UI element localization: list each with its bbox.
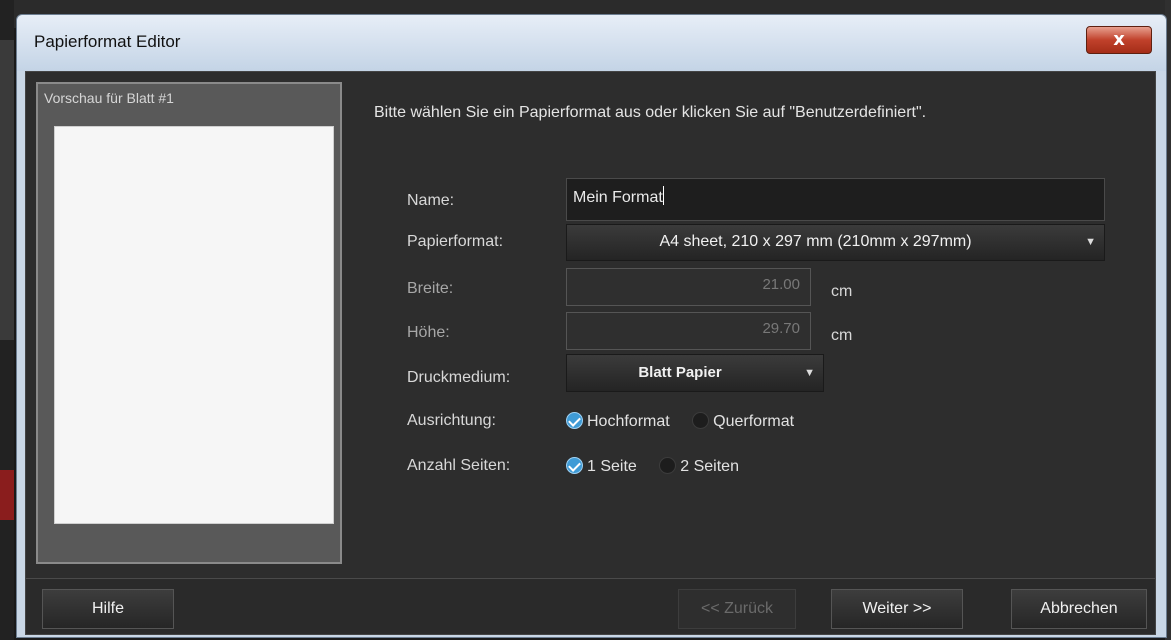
- dialog-content: Vorschau für Blatt #1 Bitte wählen Sie e…: [25, 71, 1156, 635]
- radio-unchecked-icon: [659, 457, 677, 474]
- back-button[interactable]: << Zurück: [678, 589, 796, 629]
- chevron-down-icon: ▼: [1085, 236, 1096, 248]
- cancel-button-label: Abbrechen: [1040, 600, 1118, 617]
- text-caret: [662, 186, 664, 205]
- width-value: 21.00: [762, 276, 800, 293]
- paper-format-value: A4 sheet, 210 x 297 mm (210mm x 297mm): [659, 233, 972, 250]
- page-count-radio-group: 1 Seite 2 Seiten: [566, 457, 757, 476]
- next-button[interactable]: Weiter >>: [831, 589, 963, 629]
- name-input-value: Mein Format: [573, 189, 663, 206]
- help-button-label: Hilfe: [91, 600, 124, 617]
- height-value: 29.70: [762, 320, 800, 337]
- cancel-button[interactable]: Abbrechen: [1011, 589, 1147, 629]
- orientation-landscape-label: Querformat: [713, 413, 795, 430]
- height-unit: cm: [831, 327, 853, 344]
- print-medium-dropdown[interactable]: Blatt Papier ▼: [566, 354, 824, 392]
- chevron-down-icon: ▼: [804, 367, 815, 379]
- close-button[interactable]: x: [1086, 26, 1152, 54]
- page-count-two-label: 2 Seiten: [680, 458, 739, 475]
- background-app-sidebar: [0, 0, 14, 640]
- medium-label: Druckmedium:: [407, 369, 511, 386]
- back-button-label: << Zurück: [700, 600, 774, 617]
- radio-checked-icon: [566, 457, 583, 474]
- next-button-label: Weiter >>: [862, 600, 932, 617]
- preview-panel: Vorschau für Blatt #1: [36, 82, 342, 564]
- orientation-option-landscape[interactable]: Querformat: [692, 412, 795, 430]
- instruction-text: Bitte wählen Sie ein Papierformat aus od…: [374, 104, 927, 121]
- button-bar: [26, 578, 1155, 634]
- page-count-option-two[interactable]: 2 Seiten: [659, 457, 739, 475]
- format-label: Papierformat:: [407, 233, 504, 250]
- orientation-radio-group: Hochformat Querformat: [566, 412, 812, 431]
- divider: [26, 578, 1155, 579]
- orientation-option-portrait[interactable]: Hochformat: [566, 412, 670, 430]
- height-field[interactable]: 29.70: [566, 312, 811, 350]
- height-label: Höhe:: [407, 324, 450, 341]
- close-icon: x: [1113, 29, 1125, 50]
- print-medium-value: Blatt Papier: [638, 364, 722, 381]
- page-count-option-one[interactable]: 1 Seite: [566, 457, 637, 475]
- paper-format-dropdown[interactable]: A4 sheet, 210 x 297 mm (210mm x 297mm) ▼: [566, 224, 1105, 261]
- name-input[interactable]: Mein Format: [566, 178, 1105, 221]
- orientation-label: Ausrichtung:: [407, 412, 496, 429]
- preview-paper: [54, 126, 334, 524]
- orientation-portrait-label: Hochformat: [587, 413, 670, 430]
- radio-unchecked-icon: [692, 412, 710, 429]
- width-field[interactable]: 21.00: [566, 268, 811, 306]
- dialog-title: Papierformat Editor: [34, 32, 181, 51]
- page-count-one-label: 1 Seite: [587, 458, 637, 475]
- paper-format-dialog: Papierformat Editor x Vorschau für Blatt…: [16, 14, 1167, 638]
- page-count-label: Anzahl Seiten:: [407, 457, 511, 474]
- preview-label: Vorschau für Blatt #1: [44, 90, 174, 106]
- width-unit: cm: [831, 283, 853, 300]
- help-button[interactable]: Hilfe: [42, 589, 174, 629]
- title-bar[interactable]: Papierformat Editor x: [17, 15, 1166, 71]
- radio-checked-icon: [566, 412, 583, 429]
- width-label: Breite:: [407, 280, 454, 297]
- name-label: Name:: [407, 192, 455, 209]
